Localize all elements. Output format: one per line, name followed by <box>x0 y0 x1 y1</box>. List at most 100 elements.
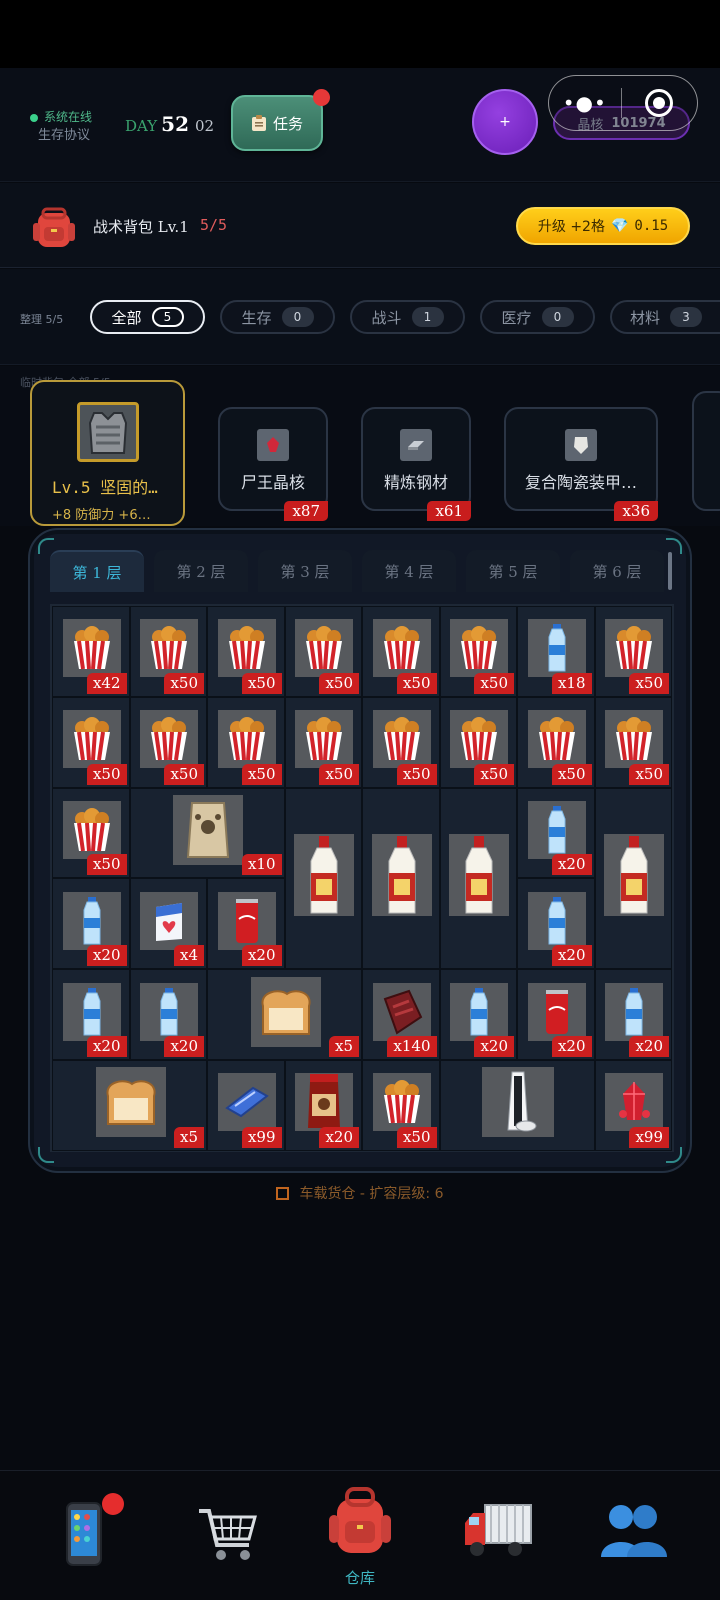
layer-tab-5[interactable]: 第 5 层 <box>466 550 560 592</box>
layer-tab-2[interactable]: 第 2 层 <box>154 550 248 592</box>
chicken-item-slot[interactable]: x50 <box>129 606 207 697</box>
item-quantity: x20 <box>241 945 282 967</box>
layer-tab-6[interactable]: 第 6 层 <box>570 550 664 592</box>
dogfood-item-slot[interactable]: x10 <box>129 787 285 879</box>
nav-warehouse[interactable]: 仓库 <box>288 1471 432 1600</box>
console-item-slot[interactable] <box>439 1060 595 1151</box>
maotai-item-slot[interactable] <box>362 787 440 970</box>
cola-item-slot[interactable]: x20 <box>517 969 595 1060</box>
nav-shop[interactable] <box>156 1471 300 1600</box>
bread-item-slot[interactable]: x5 <box>52 1060 207 1151</box>
more-options-icon[interactable]: •●• <box>549 91 621 115</box>
layer-tab-1[interactable]: 第 1 层 <box>50 550 144 592</box>
chicken-item-slot[interactable]: x50 <box>362 1060 440 1151</box>
item-quantity: x50 <box>551 763 592 785</box>
task-button[interactable]: 任务 <box>231 95 323 151</box>
bottom-nav: 仓库 <box>0 1470 720 1600</box>
chicken-icon <box>372 710 431 769</box>
sort-label[interactable]: 整理 5/5 <box>20 311 63 327</box>
equipped-armor-card[interactable]: Lv.5 坚固的… +8 防御力 +6… <box>30 380 185 526</box>
chicken-item-slot[interactable]: x50 <box>52 787 130 879</box>
upgrade-backpack-button[interactable]: 升级 +2格 💎 0.15 <box>516 207 690 245</box>
water-item-slot[interactable]: x18 <box>517 606 595 697</box>
category-count: 0 <box>541 307 574 327</box>
chicken-item-slot[interactable]: x50 <box>594 696 672 788</box>
bread-item-slot[interactable]: x5 <box>207 969 362 1060</box>
category-tab-all[interactable]: 全部 5 <box>90 300 205 334</box>
close-miniprogram-icon[interactable] <box>622 89 697 117</box>
water-item-slot[interactable]: x20 <box>439 969 517 1060</box>
category-label: 材料 <box>629 308 660 327</box>
chicken-item-slot[interactable]: x50 <box>362 606 440 697</box>
item-quantity: x50 <box>241 672 282 694</box>
maotai-icon <box>449 834 510 917</box>
item-quantity: x20 <box>319 1126 359 1148</box>
milk-icon <box>140 891 199 950</box>
layer-tab-4[interactable]: 第 4 层 <box>362 550 456 592</box>
category-tab-material[interactable]: 材料 3 <box>610 300 720 334</box>
chicken-icon <box>450 619 509 678</box>
candy-item-slot[interactable]: x99 <box>207 1060 285 1151</box>
temp-item-card[interactable]: 复合陶瓷装甲… x36 <box>504 407 658 521</box>
maotai-item-slot[interactable] <box>284 787 362 970</box>
item-quantity: x50 <box>396 1126 437 1148</box>
water-item-slot[interactable]: x20 <box>517 787 595 879</box>
nav-phone[interactable] <box>12 1471 156 1600</box>
item-quantity: x50 <box>396 672 437 694</box>
category-tab-medical[interactable]: 医疗 0 <box>480 300 595 334</box>
item-quantity: x99 <box>629 1126 669 1148</box>
chicken-item-slot[interactable]: x50 <box>439 696 517 788</box>
upgrade-cost: 0.15 <box>634 218 669 234</box>
water-item-slot[interactable]: x20 <box>52 969 130 1060</box>
maotai-item-slot[interactable] <box>594 787 672 970</box>
chicken-item-slot[interactable]: x50 <box>284 696 362 788</box>
chicken-item-slot[interactable]: x50 <box>52 696 130 788</box>
checkbox-icon[interactable] <box>276 1187 290 1200</box>
item-quantity: x20 <box>474 1035 514 1057</box>
chicken-item-slot[interactable]: x50 <box>517 696 595 788</box>
temp-item-qty: x61 <box>427 501 471 521</box>
water-item-slot[interactable]: x20 <box>52 878 130 970</box>
backpack-count: 5/5 <box>200 216 228 234</box>
chicken-item-slot[interactable]: x50 <box>439 606 517 697</box>
cola-icon <box>217 891 276 950</box>
chicken-item-slot[interactable]: x42 <box>52 606 130 697</box>
chili-item-slot[interactable]: x20 <box>284 1060 362 1151</box>
chicken-item-slot[interactable]: x50 <box>129 696 207 788</box>
temp-item-card[interactable]: 尸王晶核 x87 <box>218 407 328 521</box>
water-item-slot[interactable]: x20 <box>594 969 672 1060</box>
milk-item-slot[interactable]: x4 <box>129 878 207 970</box>
jerky-icon <box>372 982 431 1041</box>
chicken-item-slot[interactable]: x50 <box>284 606 362 697</box>
add-currency-button[interactable]: + <box>472 89 538 155</box>
category-tab-survival[interactable]: 生存 0 <box>220 300 335 334</box>
layer-tabs-scrollbar[interactable] <box>668 552 672 590</box>
category-count: 0 <box>281 307 314 327</box>
item-quantity: x5 <box>328 1035 359 1057</box>
water-item-slot[interactable]: x20 <box>517 878 595 970</box>
item-quantity: x50 <box>319 763 359 785</box>
cola-item-slot[interactable]: x20 <box>207 878 285 970</box>
water-icon <box>62 982 121 1041</box>
nav-team[interactable] <box>562 1471 706 1600</box>
chicken-item-slot[interactable]: x50 <box>362 696 440 788</box>
item-quantity: x50 <box>474 763 514 785</box>
chicken-icon <box>217 619 276 678</box>
crystal-item-slot[interactable]: x99 <box>594 1060 672 1151</box>
water-item-slot[interactable]: x20 <box>129 969 207 1060</box>
temp-item-card-partial[interactable] <box>692 391 720 511</box>
layer-tab-3[interactable]: 第 3 层 <box>258 550 352 592</box>
temp-item-name: 复合陶瓷装甲… <box>524 473 637 492</box>
maotai-icon <box>294 834 355 917</box>
nav-truck[interactable] <box>426 1471 570 1600</box>
temp-item-card[interactable]: 精炼钢材 x61 <box>361 407 471 521</box>
chicken-item-slot[interactable]: x50 <box>207 606 285 697</box>
diamond-icon: 💎 <box>610 218 629 234</box>
category-label: 医疗 <box>501 308 532 327</box>
chicken-item-slot[interactable]: x50 <box>594 606 672 697</box>
chicken-item-slot[interactable]: x50 <box>207 696 285 788</box>
category-tab-combat[interactable]: 战斗 1 <box>350 300 465 334</box>
item-quantity: x50 <box>164 672 204 694</box>
jerky-item-slot[interactable]: x140 <box>362 969 440 1060</box>
maotai-item-slot[interactable] <box>439 787 517 970</box>
